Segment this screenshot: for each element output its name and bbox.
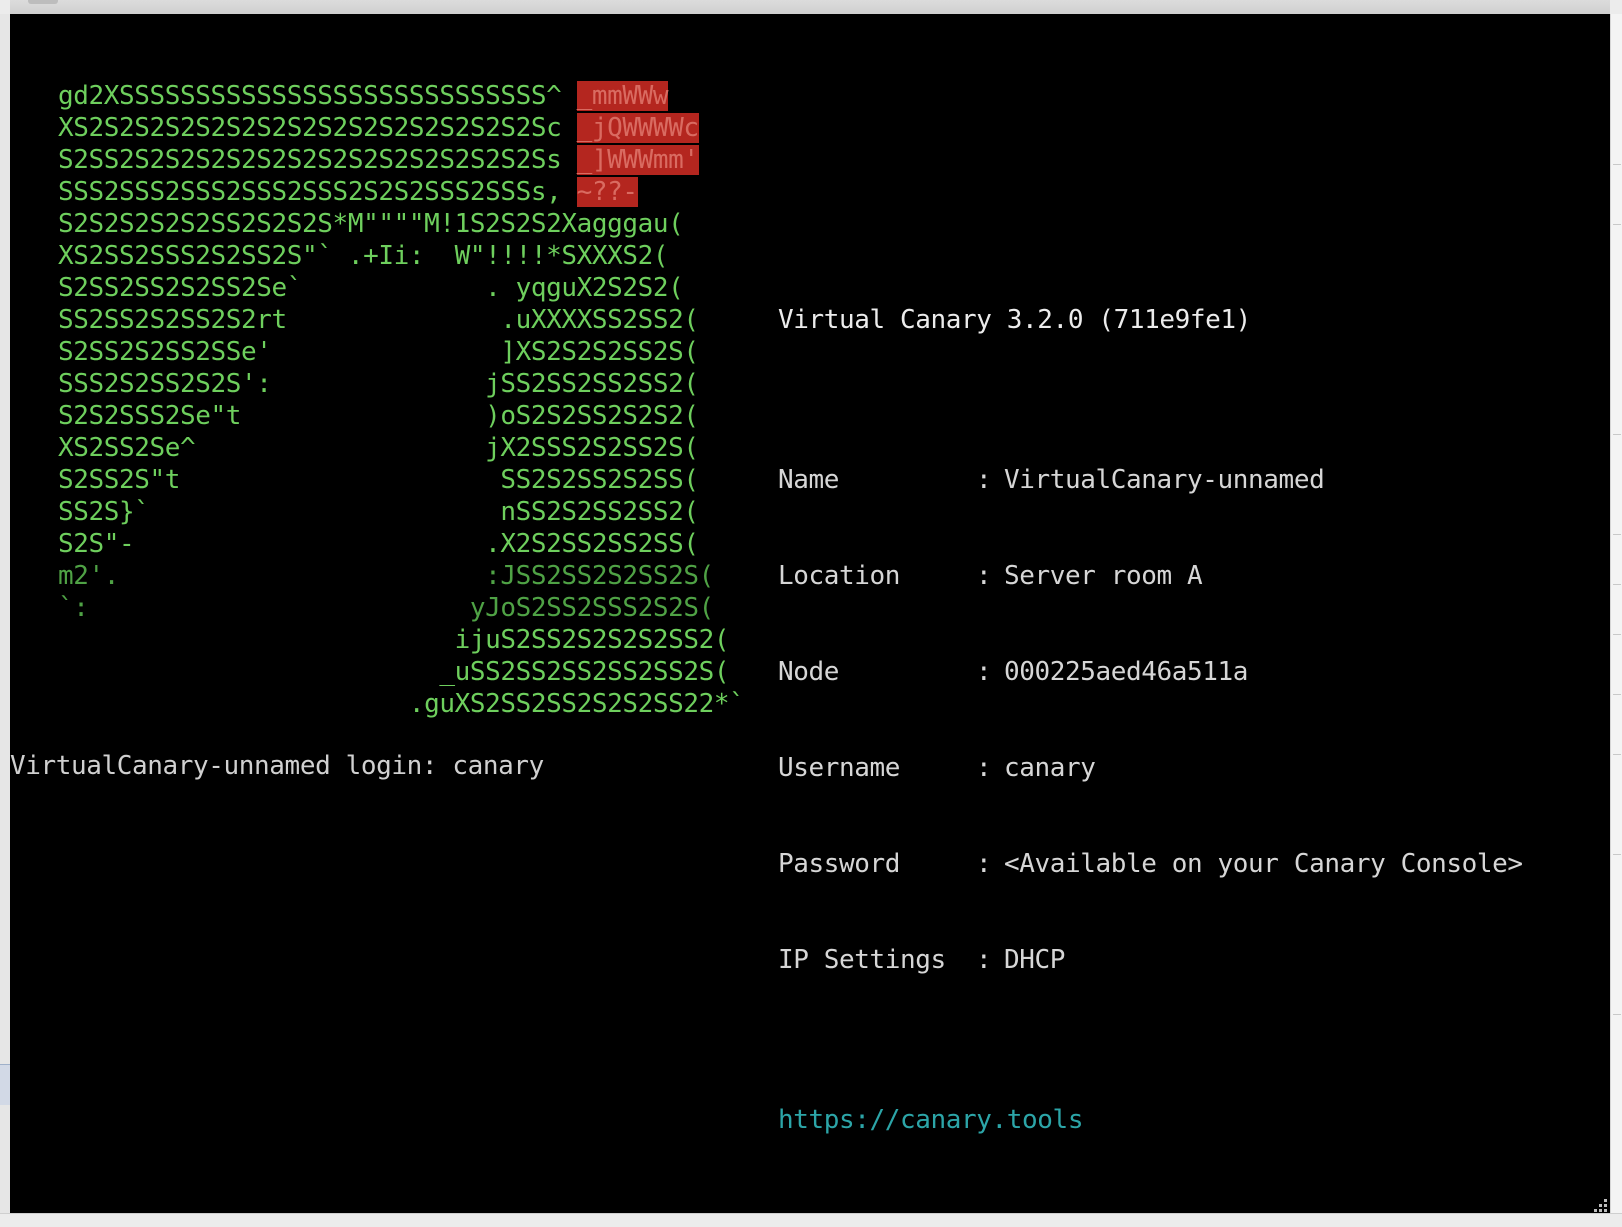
logo-line-3: S2SS2S2S2S2S2S2S2S2S2S2S2S2S2S2Ss _]WWWm… — [58, 145, 699, 175]
logo-line-18: ijuS2SS2S2S2S2SS2( — [58, 625, 730, 655]
logo-line-7: S2SS2SS2S2SS2Se` . yqguX2S2S2( — [58, 273, 684, 303]
info-value: DHCP — [1004, 945, 1066, 975]
info-row-ip-settings: IP Settings: DHCP — [778, 944, 1523, 976]
logo-line-2: XS2S2S2S2S2S2S2S2S2S2S2S2S2S2S2Sc _jQWWW… — [58, 113, 699, 143]
logo-line-17: `: yJoS2SS2SSS2S2S( — [58, 593, 714, 623]
resize-grip-icon[interactable] — [1594, 1199, 1608, 1213]
info-value: 000225aed46a511a — [1004, 657, 1249, 687]
logo-line-6: XS2SS2SSS2S2SS2S"` .+Ii: W"!!!!*SXXXS2( — [58, 241, 669, 271]
logo-line-4: SSS2SSS2SSS2SSS2SSS2S2S2SSS2SSSs, ~??- — [58, 177, 638, 207]
info-row-location: Location: Server room A — [778, 560, 1523, 592]
info-separator: : — [976, 945, 992, 975]
logo-line-12: XS2SS2Se^ jX2SSS2S2SS2S( — [58, 433, 699, 463]
side-panel-tab — [0, 1064, 10, 1105]
info-value: <Available on your Canary Console> — [1004, 849, 1523, 879]
logo-line-8: SS2SS2S2SS2S2rt .uXXXXSS2SS2( — [58, 305, 699, 335]
info-value: Server room A — [1004, 561, 1203, 591]
logo-line-1: gd2XSSSSSSSSSSSSSSSSSSSSSSSSSSSS^ _mmWWw — [58, 81, 669, 111]
info-label: Password — [778, 849, 901, 879]
title-bar-handle — [28, 0, 58, 4]
info-label: Node — [778, 657, 840, 687]
info-label: Username — [778, 753, 901, 783]
logo-line-10: SSS2S2SS2S2S': jSS2SS2SS2SS2( — [58, 369, 699, 399]
logo-line-14: SS2S}` nSS2S2SS2SS2( — [58, 497, 699, 527]
info-value: canary — [1004, 753, 1096, 783]
info-row-node: Node:000225aed46a511a — [778, 656, 1523, 688]
logo-line-20: .guXS2SS2SS2S2S2SS22*` — [58, 689, 745, 719]
info-separator: : — [976, 465, 992, 495]
version-line: Virtual Canary 3.2.0 (711e9fe1) — [778, 305, 1251, 335]
info-label: IP Settings — [778, 945, 946, 975]
canary-ascii-logo: gd2XSSSSSSSSSSSSSSSSSSSSSSSSSSSS^ _mmWWw… — [58, 80, 745, 720]
logo-line-19: _uSS2SS2SS2SS2SS2S( — [58, 657, 730, 687]
logo-line-15: S2S"- .X2S2SS2SS2SS( — [58, 529, 699, 559]
info-label: Location — [778, 561, 901, 591]
info-separator: : — [976, 657, 992, 687]
logo-red-cell-1: _mmWWw — [576, 81, 669, 111]
vm-console-window: gd2XSSSSSSSSSSSSSSSSSSSSSSSSSSSS^ _mmWWw… — [0, 0, 1622, 1227]
info-value: VirtualCanary-unnamed — [1004, 465, 1325, 495]
login-prompt[interactable]: VirtualCanary-unnamed login: canary — [10, 750, 544, 782]
info-separator: : — [976, 849, 992, 879]
right-window-edge — [1610, 14, 1622, 1226]
logo-line-13: S2SS2S"t SS2S2SS2S2SS( — [58, 465, 699, 495]
info-row-username: Username: canary — [778, 752, 1523, 784]
logo-red-cell-4: ~??- — [576, 177, 638, 207]
info-separator: : — [976, 561, 992, 591]
logo-red-cell-2: _jQWWWWc — [576, 113, 699, 143]
logo-line-9: S2SS2S2SS2SSe' ]XS2S2S2SS2S( — [58, 337, 699, 367]
info-row-password: Password: <Available on your Canary Conso… — [778, 848, 1523, 880]
terminal-screen[interactable]: gd2XSSSSSSSSSSSSSSSSSSSSSSSSSSSS^ _mmWWw… — [10, 14, 1610, 1213]
logo-line-11: S2S2SSS2Se"t )oS2S2SS2S2S2( — [58, 401, 699, 431]
info-row-name: Name: VirtualCanary-unnamed — [778, 464, 1523, 496]
logo-line-5: S2S2S2S2S2SS2S2S2S*M""""M!1S2S2S2Xagggau… — [58, 209, 684, 239]
canary-tools-link[interactable]: https://canary.tools — [778, 1104, 1523, 1136]
left-window-edge — [0, 14, 10, 1226]
device-info-panel: Virtual Canary 3.2.0 (711e9fe1) Name: Vir… — [778, 240, 1523, 1200]
window-title-bar[interactable] — [10, 0, 1610, 15]
info-separator: : — [976, 753, 992, 783]
info-label: Name — [778, 465, 840, 495]
window-bottom-edge — [0, 1213, 1622, 1227]
logo-red-cell-3: _]WWWmm' — [576, 145, 699, 175]
logo-line-16: m2'. :JSS2SS2S2SS2S( — [58, 561, 714, 591]
